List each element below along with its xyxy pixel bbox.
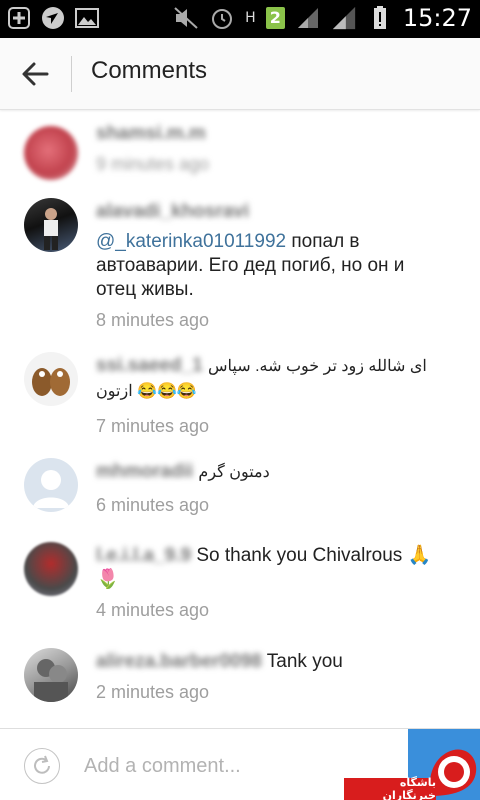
comment-input[interactable] — [84, 751, 384, 781]
back-arrow-icon — [22, 62, 49, 86]
gallery-icon — [74, 5, 100, 31]
add-icon — [6, 5, 32, 31]
comment-time: 9 minutes ago — [96, 154, 210, 174]
comment-username[interactable]: alavadi_khosravi — [96, 201, 249, 222]
comment-time: 7 minutes ago — [96, 416, 210, 436]
mute-icon — [173, 5, 199, 31]
comment-username[interactable]: ssi.saeed_1 — [96, 355, 203, 376]
comment-time: 8 minutes ago — [96, 310, 210, 330]
page-title: Comments — [91, 57, 208, 84]
status-bar: H 2 15:27 — [0, 0, 480, 38]
comment-text: دمتون گرم — [198, 464, 270, 481]
comment-time: 6 minutes ago — [96, 495, 210, 515]
default-avatar-icon — [33, 470, 69, 508]
appbar-divider — [71, 56, 72, 92]
comment-time: 2 minutes ago — [96, 682, 210, 702]
network-type: H — [245, 10, 256, 26]
avatar[interactable] — [24, 458, 78, 512]
navigation-icon — [40, 5, 66, 31]
back-button[interactable] — [18, 58, 52, 90]
alarm-icon — [209, 5, 235, 31]
cell-signal-icon — [331, 5, 357, 31]
clock: 15:27 — [402, 4, 472, 32]
wifi-signal-icon — [295, 5, 321, 31]
watermark-text: باشگاه خبرنگاران — [344, 776, 436, 800]
avatar[interactable] — [24, 648, 78, 702]
comments-list[interactable]: shamsi.m.m 9 minutes ago alavadi_khosrav… — [0, 110, 480, 728]
comment-time: 4 minutes ago — [96, 600, 210, 620]
refresh-icon — [34, 755, 50, 774]
comment-username[interactable]: alireza.barber0098 — [96, 651, 262, 672]
notification-badge: 2 — [265, 7, 285, 29]
comment-username[interactable]: mhmoradii — [96, 461, 193, 482]
comment-username[interactable]: shamsi.m.m — [96, 123, 206, 144]
app-bar: Comments — [0, 38, 480, 110]
comment-text: Tank you — [261, 651, 343, 672]
battery-alert-icon — [367, 5, 393, 31]
refresh-button[interactable] — [24, 748, 60, 784]
avatar[interactable] — [24, 542, 78, 596]
avatar[interactable] — [24, 352, 78, 406]
comment-username[interactable]: l.e.i.l.a_9.9 — [96, 545, 191, 566]
avatar[interactable] — [24, 198, 78, 252]
avatar[interactable] — [24, 126, 78, 180]
mention-link[interactable]: @_katerinka01011992 — [96, 231, 286, 252]
